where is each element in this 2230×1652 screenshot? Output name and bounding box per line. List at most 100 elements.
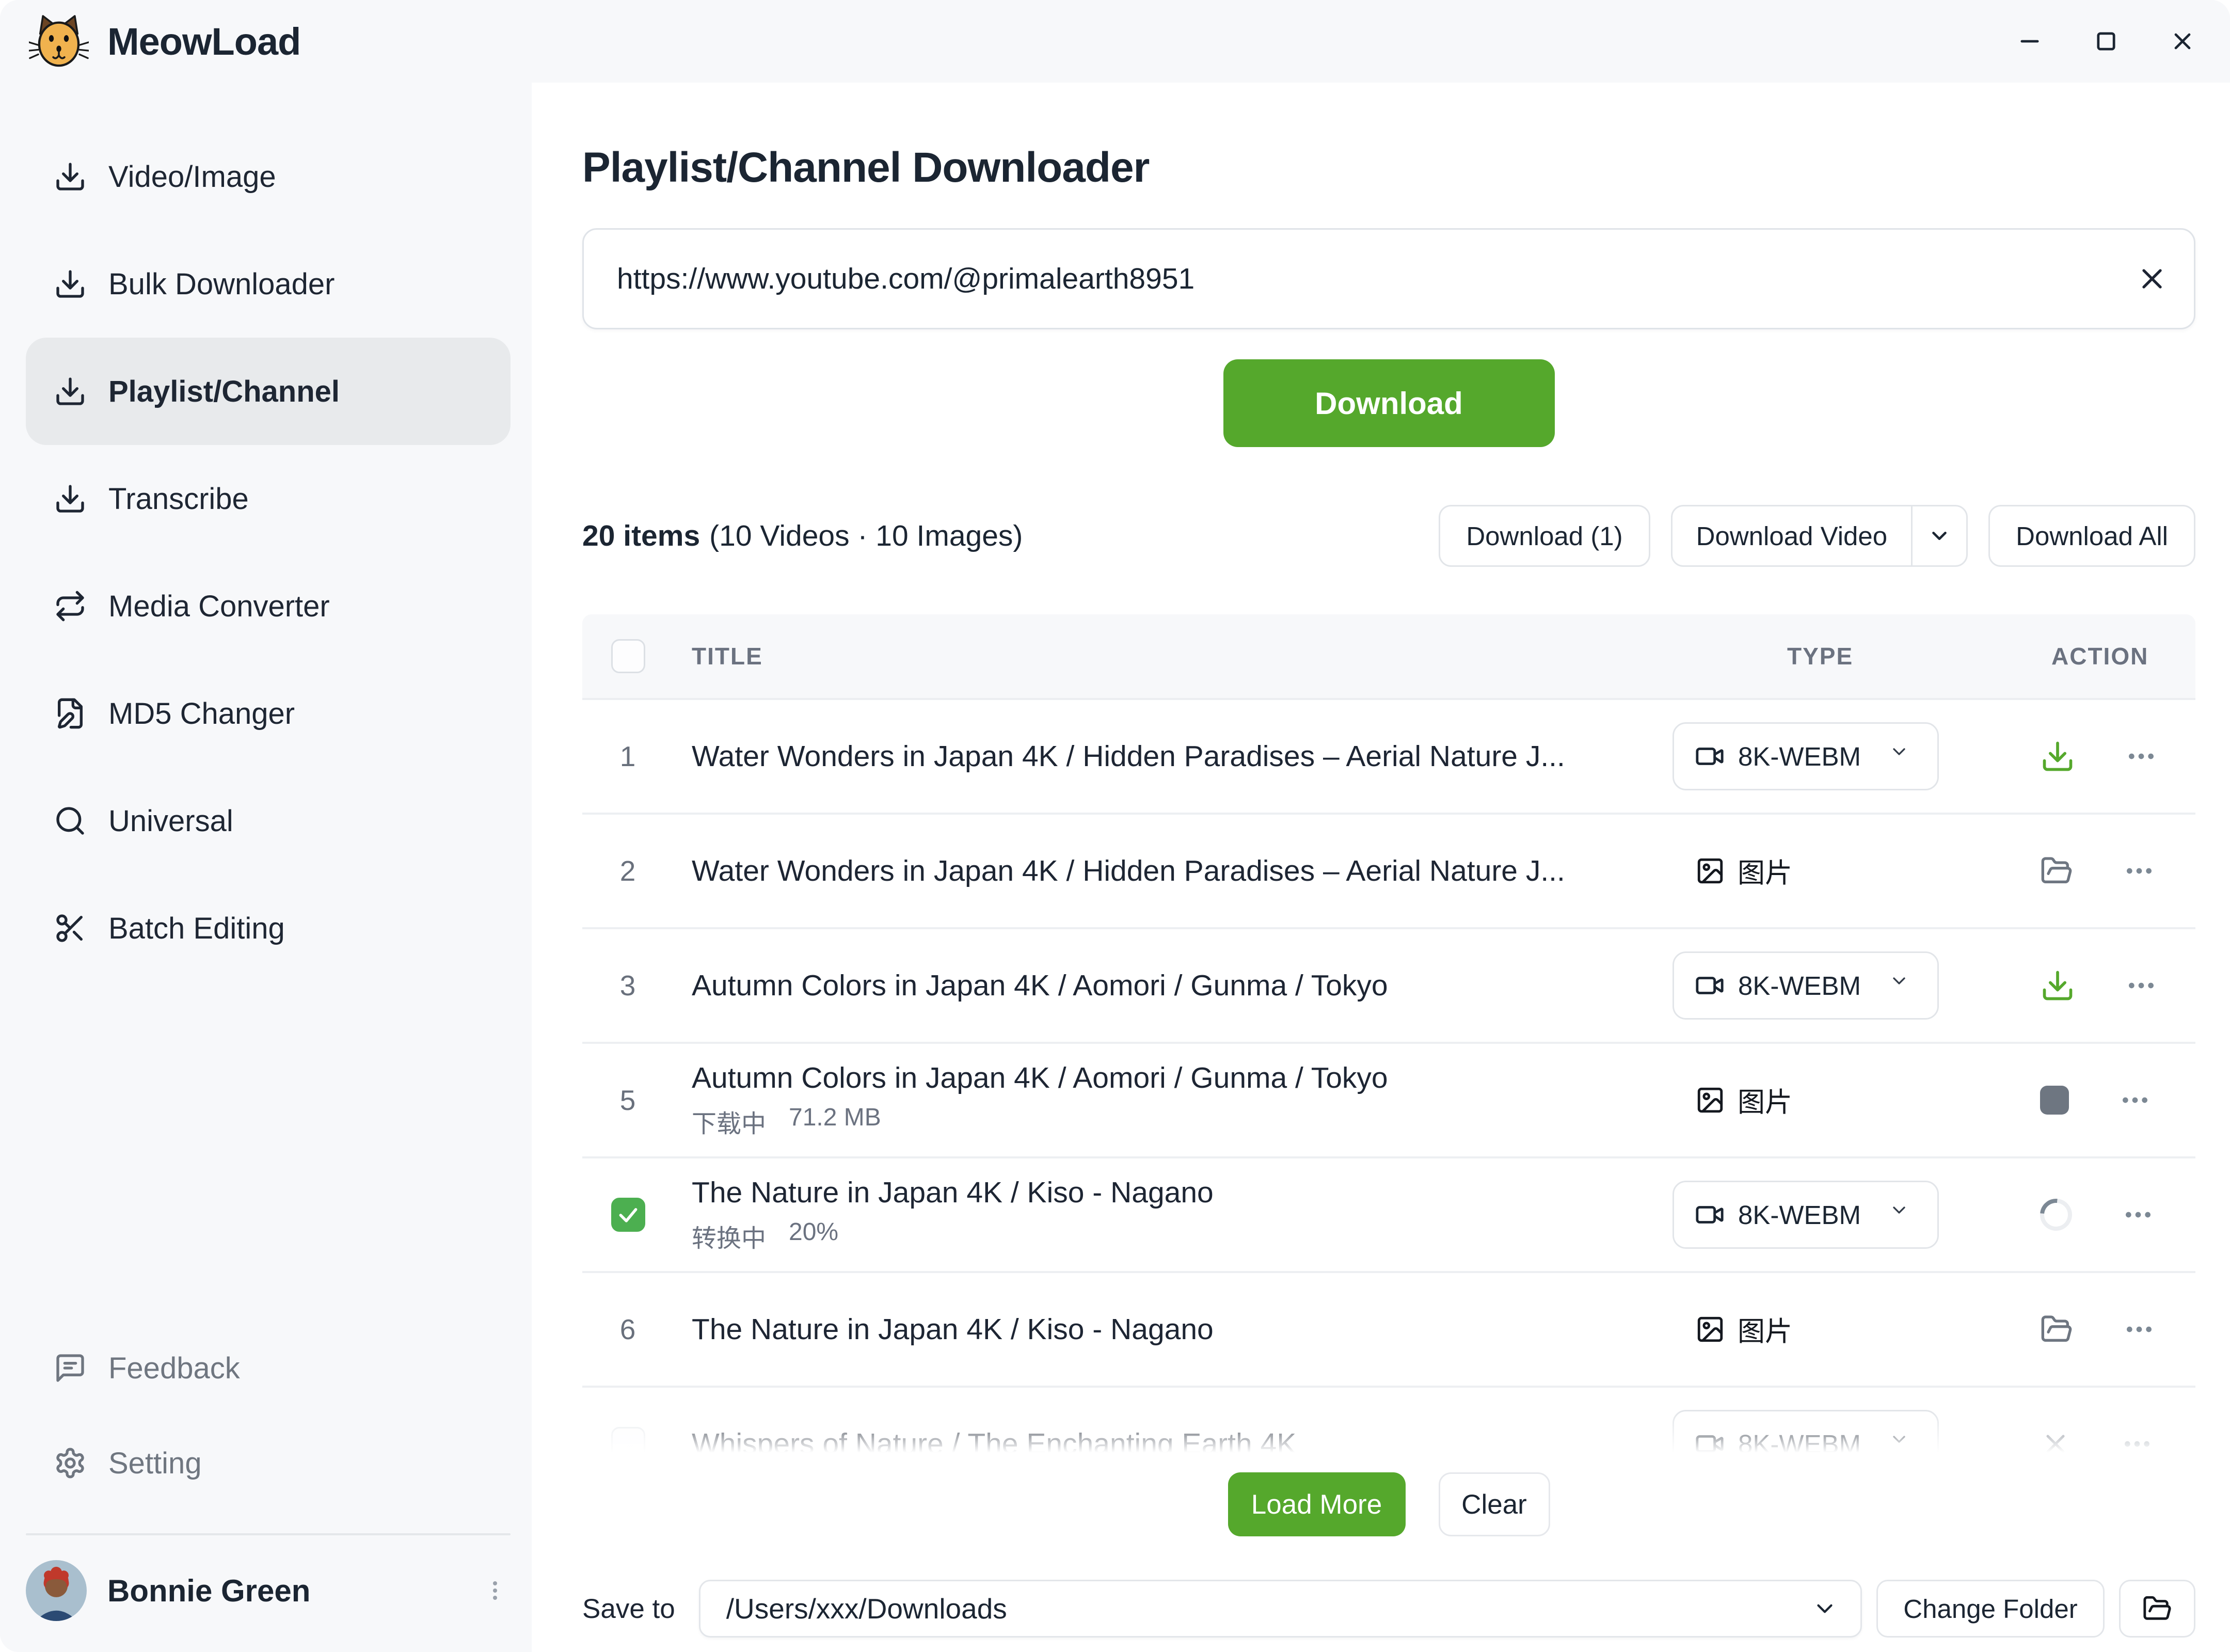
- sidebar-nav: Video/ImageBulk DownloaderPlaylist/Chann…: [0, 123, 532, 982]
- items-table: TITLE TYPE ACTION 1Water Wonders in Japa…: [582, 614, 2195, 1460]
- minimize-button[interactable]: [2015, 27, 2044, 56]
- folder-icon[interactable]: [2040, 1313, 2073, 1346]
- row-checkbox[interactable]: [611, 1427, 645, 1460]
- table-body: 1Water Wonders in Japan 4K / Hidden Para…: [582, 700, 2195, 1460]
- stop-button[interactable]: [2040, 1086, 2069, 1115]
- row-title: Water Wonders in Japan 4K / Hidden Parad…: [692, 739, 1672, 773]
- ellipsis-icon[interactable]: [2121, 1427, 2154, 1460]
- video-icon: [1695, 741, 1725, 771]
- url-input[interactable]: [582, 228, 2195, 329]
- progress-spinner-icon: [2033, 1192, 2078, 1237]
- clear-input-icon[interactable]: [2136, 262, 2169, 295]
- download-button[interactable]: Download: [1223, 359, 1555, 447]
- sidebar-divider: [26, 1533, 511, 1535]
- sidebar-item-setting[interactable]: Setting: [26, 1416, 511, 1511]
- format-select[interactable]: 8K-WEBM: [1672, 951, 1939, 1020]
- column-header-title: TITLE: [692, 642, 763, 670]
- select-all-checkbox[interactable]: [611, 639, 645, 673]
- close-button[interactable]: [2168, 27, 2197, 56]
- row-status: 下载中: [692, 1103, 766, 1139]
- sidebar-item-media-converter[interactable]: Media Converter: [26, 552, 511, 660]
- table-row: 1Water Wonders in Japan 4K / Hidden Para…: [582, 700, 2195, 815]
- download-video-menu-button[interactable]: [1913, 506, 1966, 565]
- sidebar-item-md5-changer[interactable]: MD5 Changer: [26, 660, 511, 767]
- row-title: Autumn Colors in Japan 4K / Aomori / Gun…: [692, 1061, 1672, 1095]
- folder-icon[interactable]: [2040, 854, 2073, 887]
- video-icon: [1695, 1200, 1725, 1230]
- sidebar-item-label: Media Converter: [108, 589, 330, 624]
- maximize-button[interactable]: [2092, 27, 2121, 56]
- download-icon[interactable]: [2040, 968, 2075, 1003]
- search-icon: [54, 804, 87, 837]
- row-checkbox-checked[interactable]: [611, 1198, 645, 1232]
- sidebar-item-feedback[interactable]: Feedback: [26, 1321, 511, 1416]
- open-folder-button[interactable]: [2119, 1580, 2195, 1638]
- row-title: Whispers of Nature / The Enchanting Eart…: [692, 1427, 1672, 1460]
- type-label: 图片: [1738, 1310, 1792, 1349]
- format-select[interactable]: 8K-WEBM: [1672, 1181, 1939, 1249]
- save-to-label: Save to: [582, 1593, 675, 1625]
- ellipsis-icon[interactable]: [2125, 740, 2158, 773]
- ellipsis-icon[interactable]: [2118, 1084, 2152, 1117]
- row-status: 转换中: [692, 1218, 766, 1254]
- row-progress: 71.2 MB: [789, 1103, 881, 1139]
- sidebar-item-batch-editing[interactable]: Batch Editing: [26, 875, 511, 982]
- sidebar-item-transcribe[interactable]: Transcribe: [26, 445, 511, 552]
- format-select[interactable]: 8K-WEBM: [1672, 1410, 1939, 1460]
- format-label: 8K-WEBM: [1738, 1200, 1861, 1230]
- clear-list-button[interactable]: Clear: [1439, 1472, 1550, 1536]
- x-icon[interactable]: [2040, 1428, 2071, 1459]
- chevron-icon: [1889, 741, 1919, 771]
- sidebar-item-label: MD5 Changer: [108, 696, 295, 731]
- column-header-type: TYPE: [1672, 642, 1853, 670]
- items-summary: 20 items (10 Videos · 10 Images): [582, 519, 1023, 553]
- app-window: MeowLoad Video/ImageBulk DownloaderPlayl…: [0, 0, 2230, 1652]
- sidebar-item-video-image[interactable]: Video/Image: [26, 123, 511, 230]
- sidebar-item-bulk-downloader[interactable]: Bulk Downloader: [26, 230, 511, 338]
- format-label: 8K-WEBM: [1738, 971, 1861, 1001]
- type-image-badge: 图片: [1672, 851, 2013, 891]
- video-icon: [1695, 1429, 1725, 1459]
- column-header-action: ACTION: [2013, 642, 2148, 670]
- sidebar-item-playlist-channel[interactable]: Playlist/Channel: [26, 338, 511, 445]
- format-select[interactable]: 8K-WEBM: [1672, 722, 1939, 790]
- ellipsis-icon[interactable]: [2122, 1198, 2155, 1231]
- save-path-select[interactable]: /Users/xxx/Downloads: [699, 1580, 1862, 1638]
- sidebar-footer-nav: Feedback Setting: [0, 1321, 532, 1511]
- row-index: 2: [620, 854, 636, 887]
- row-title: Autumn Colors in Japan 4K / Aomori / Gun…: [692, 968, 1672, 1003]
- download-icon: [54, 267, 87, 300]
- download-video-button[interactable]: Download Video: [1672, 506, 1912, 565]
- video-icon: [1695, 971, 1725, 1000]
- sidebar-item-label: Transcribe: [108, 482, 249, 516]
- download-icon[interactable]: [2040, 739, 2075, 774]
- chevron-icon: [1889, 1200, 1919, 1230]
- table-header: TITLE TYPE ACTION: [582, 614, 2195, 700]
- ellipsis-icon[interactable]: [2123, 1313, 2156, 1346]
- load-more-button[interactable]: Load More: [1228, 1472, 1406, 1536]
- app-brand: MeowLoad: [29, 11, 300, 71]
- user-section: Bonnie Green: [26, 1560, 511, 1621]
- row-index: 3: [620, 969, 636, 1002]
- download-selected-button[interactable]: Download (1): [1439, 505, 1650, 567]
- type-image-badge: 图片: [1672, 1081, 2013, 1120]
- sidebar-item-label: Setting: [108, 1446, 202, 1481]
- row-title: Water Wonders in Japan 4K / Hidden Parad…: [692, 854, 1672, 888]
- user-name: Bonnie Green: [107, 1573, 459, 1609]
- download-all-button[interactable]: Download All: [1988, 505, 2195, 567]
- change-folder-button[interactable]: Change Folder: [1876, 1580, 2105, 1638]
- chevron-down-icon: [1812, 1596, 1838, 1622]
- image-icon: [1695, 856, 1725, 886]
- ellipsis-icon[interactable]: [2123, 854, 2156, 887]
- row-title: The Nature in Japan 4K / Kiso - Nagano: [692, 1176, 1672, 1210]
- sidebar-item-universal[interactable]: Universal: [26, 767, 511, 875]
- folder-open-icon: [2142, 1594, 2172, 1624]
- row-title: The Nature in Japan 4K / Kiso - Nagano: [692, 1312, 1672, 1346]
- row-status-line: 下载中 71.2 MB: [692, 1103, 1672, 1139]
- type-label: 图片: [1738, 851, 1792, 891]
- user-menu-kebab-icon[interactable]: [480, 1570, 511, 1611]
- ellipsis-icon[interactable]: [2125, 969, 2158, 1002]
- download-icon: [54, 375, 87, 408]
- save-to-row: Save to /Users/xxx/Downloads Change Fold…: [582, 1580, 2195, 1638]
- summary-row: 20 items (10 Videos · 10 Images) Downloa…: [582, 505, 2195, 567]
